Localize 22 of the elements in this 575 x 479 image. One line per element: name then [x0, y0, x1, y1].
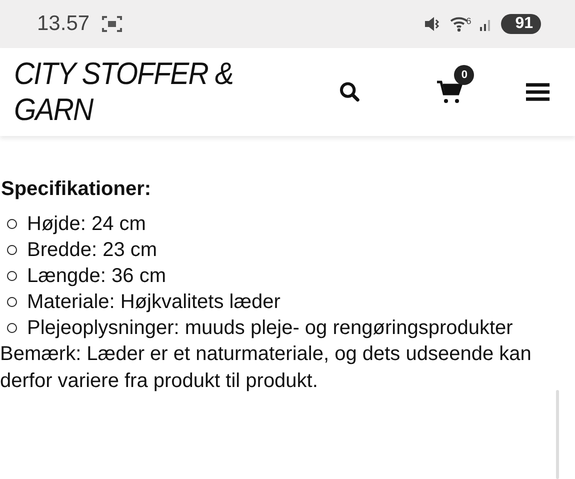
cart-icon[interactable]: [436, 79, 464, 105]
search-icon[interactable]: [338, 81, 360, 103]
bullet-icon: [7, 219, 17, 229]
wifi-label: 6: [466, 16, 472, 26]
scrollbar[interactable]: [556, 390, 559, 479]
bullet-icon: [7, 297, 17, 307]
menu-icon[interactable]: [526, 82, 550, 102]
spec-item: Bredde: 23 cm: [27, 238, 158, 263]
bullet-icon: [7, 245, 17, 255]
bullet-icon: [7, 323, 17, 333]
spec-item: Længde: 36 cm: [27, 264, 166, 289]
spec-item: Plejeoplysninger: muuds pleje- og rengøringsprodukter: [27, 316, 513, 341]
note-paragraph: Bemærk: Læder er et naturmateriale, og dets udseende kan derfor variere fra produkt til produkt.: [0, 342, 532, 394]
spec-item: Højde: 24 cm: [27, 212, 146, 237]
section-heading: Specifikationer:: [1, 178, 152, 201]
spec-item: Materiale: Højkvalitets læder: [27, 290, 280, 315]
site-logo[interactable]: CITY STOFFER & GARN: [14, 56, 313, 128]
cart-count: 0: [454, 65, 474, 85]
bullet-icon: [7, 271, 17, 281]
status-time: 13.57: [37, 12, 90, 36]
screenshot-icon: [102, 15, 122, 33]
battery-indicator: 91: [501, 14, 541, 34]
